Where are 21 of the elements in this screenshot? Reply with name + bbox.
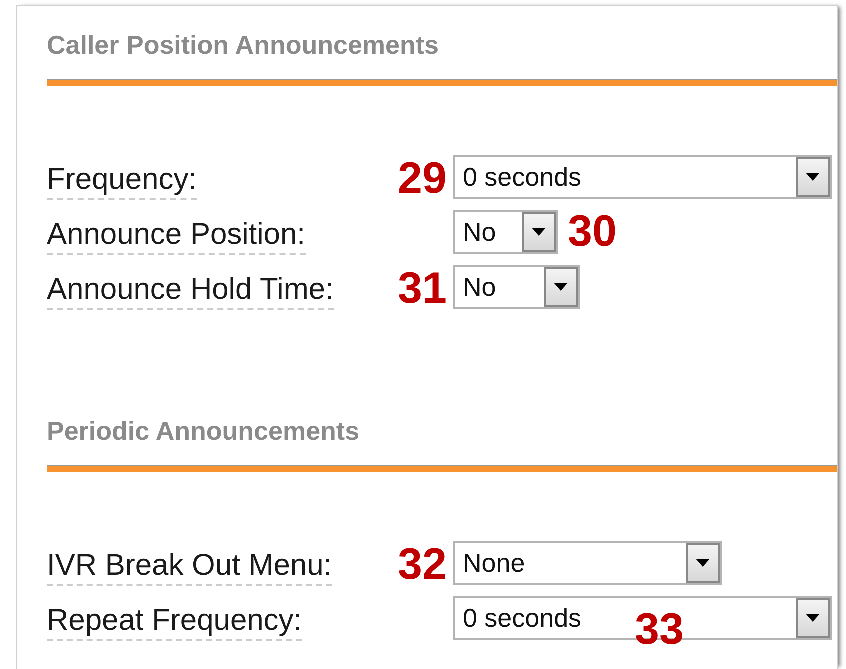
caret-icon	[806, 173, 820, 181]
caret-icon	[806, 614, 820, 622]
field-label: IVR Break Out Menu:	[47, 548, 332, 586]
callout-number: 33	[635, 606, 684, 654]
callout-number: 31	[398, 265, 447, 313]
caret-icon	[554, 283, 568, 291]
callout-number: 32	[398, 541, 447, 589]
field-label: Repeat Frequency:	[47, 603, 302, 641]
callout-number: 29	[398, 155, 447, 203]
section-heading: Caller Position Announcements	[47, 30, 439, 60]
caret-icon	[532, 228, 546, 236]
field-label: Frequency:	[47, 162, 198, 200]
dropdown[interactable]: No	[453, 265, 580, 309]
caret-icon	[696, 559, 710, 567]
dropdown[interactable]: None	[453, 541, 722, 585]
section-heading: Periodic Announcements	[47, 416, 360, 446]
field-label: Announce Position:	[47, 217, 306, 255]
dropdown[interactable]: 0 seconds	[453, 155, 832, 199]
field-label: Announce Hold Time:	[47, 272, 334, 310]
callout-number: 30	[568, 208, 617, 256]
dropdown[interactable]: No	[453, 210, 558, 254]
